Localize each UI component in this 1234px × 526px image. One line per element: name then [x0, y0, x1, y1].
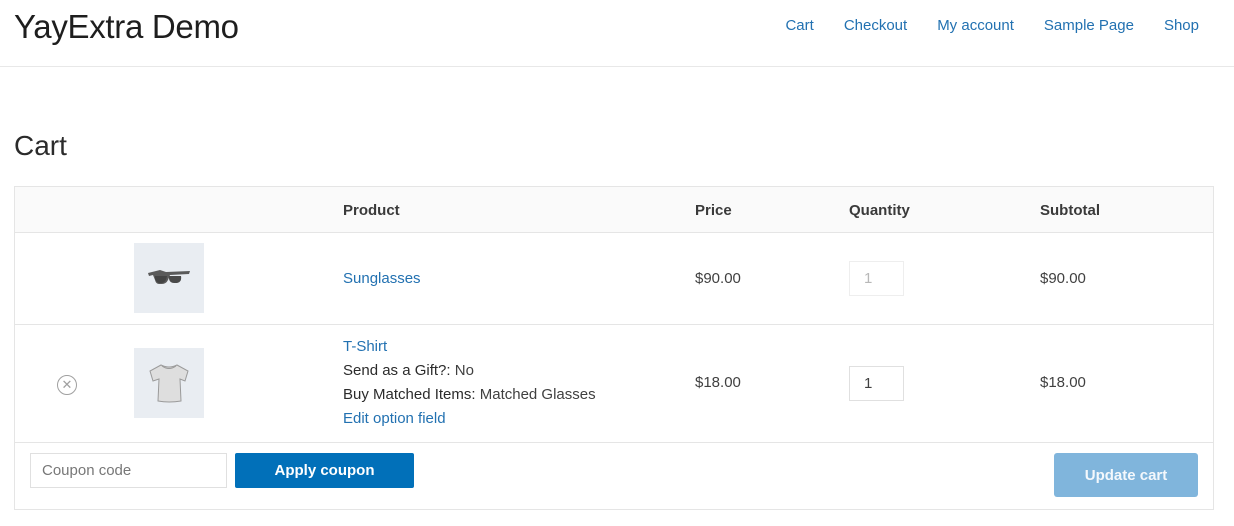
edit-option-link[interactable]: Edit option field	[343, 410, 446, 427]
product-price: $90.00	[695, 270, 741, 287]
nav-sample-page[interactable]: Sample Page	[1044, 17, 1134, 34]
site-title[interactable]: YayExtra Demo	[14, 8, 239, 46]
meta-label: Send as a Gift?:	[343, 362, 451, 379]
nav-shop[interactable]: Shop	[1164, 17, 1199, 34]
product-name-link[interactable]: T-Shirt	[343, 338, 387, 355]
main-nav: Cart Checkout My account Sample Page Sho…	[755, 17, 1199, 34]
site-header: YayExtra Demo Cart Checkout My account S…	[0, 0, 1234, 67]
apply-coupon-button[interactable]: Apply coupon	[235, 453, 414, 488]
header-quantity: Quantity	[849, 202, 910, 219]
table-row: ✕ T-Shirt Send as a Gift?: No Buy Matche…	[15, 325, 1213, 443]
header-subtotal: Subtotal	[1040, 202, 1100, 219]
nav-my-account[interactable]: My account	[937, 17, 1014, 34]
product-name-link[interactable]: Sunglasses	[343, 270, 421, 287]
sunglasses-icon	[148, 270, 190, 284]
update-cart-button[interactable]: Update cart	[1054, 453, 1198, 497]
nav-cart[interactable]: Cart	[785, 17, 813, 34]
product-subtotal: $90.00	[1040, 270, 1086, 287]
quantity-input[interactable]	[849, 261, 904, 296]
meta-matched-items: Buy Matched Items: Matched Glasses	[343, 386, 596, 403]
table-header: Product Price Quantity Subtotal	[15, 187, 1213, 233]
tshirt-icon	[149, 364, 189, 403]
quantity-input[interactable]	[849, 366, 904, 401]
cart-table: Product Price Quantity Subtotal Sunglass…	[14, 186, 1214, 510]
table-row: Sunglasses $90.00 $90.00	[15, 233, 1213, 325]
meta-value: Matched Glasses	[479, 386, 596, 403]
meta-gift: Send as a Gift?: No	[343, 362, 474, 379]
close-circle-icon: ✕	[61, 377, 73, 392]
cart-actions: Apply coupon Update cart	[15, 443, 1213, 509]
page-title: Cart	[14, 130, 67, 161]
product-subtotal: $18.00	[1040, 374, 1086, 391]
product-price: $18.00	[695, 374, 741, 391]
header-product: Product	[343, 202, 400, 219]
coupon-code-input[interactable]	[30, 453, 227, 488]
header-price: Price	[695, 202, 732, 219]
nav-checkout[interactable]: Checkout	[844, 17, 907, 34]
remove-item-button[interactable]: ✕	[57, 375, 77, 395]
meta-value: No	[454, 362, 474, 379]
meta-label: Buy Matched Items:	[343, 386, 476, 403]
product-thumbnail[interactable]	[134, 243, 204, 313]
product-thumbnail[interactable]	[134, 348, 204, 418]
